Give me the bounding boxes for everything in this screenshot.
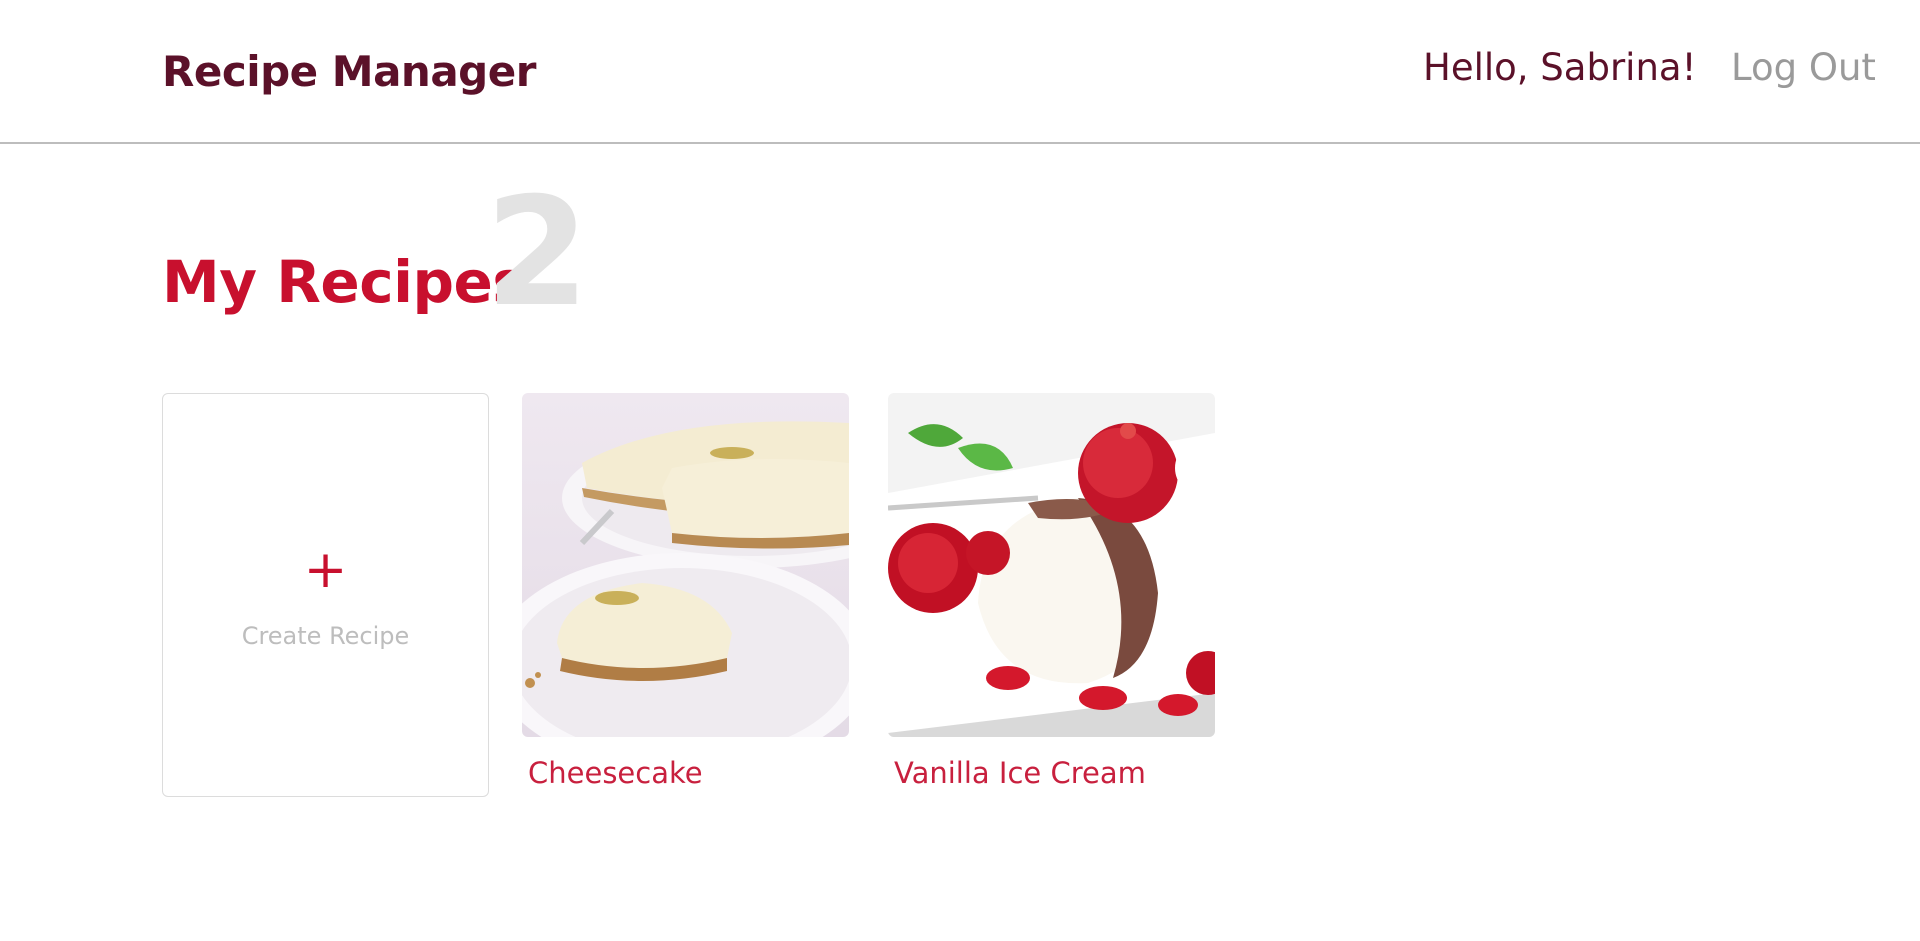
recipe-count: 2 — [485, 166, 590, 340]
create-recipe-card[interactable]: + Create Recipe — [162, 393, 489, 797]
top-header: Recipe Manager Hello, Sabrina! Log Out — [0, 0, 1920, 144]
recipe-card-vanilla-ice-cream[interactable]: Vanilla Ice Cream — [888, 393, 1215, 797]
page-title: My Recipes — [162, 248, 527, 316]
app-title[interactable]: Recipe Manager — [162, 47, 536, 96]
create-recipe-label: Create Recipe — [241, 622, 410, 650]
recipe-card-cheesecake[interactable]: Cheesecake — [522, 393, 849, 797]
logout-link[interactable]: Log Out — [1731, 46, 1876, 89]
recipe-title[interactable]: Cheesecake — [528, 756, 703, 790]
vanilla-ice-cream-photo — [888, 393, 1215, 737]
plus-icon: + — [303, 540, 348, 600]
user-greeting: Hello, Sabrina! — [1423, 46, 1697, 89]
cheesecake-photo — [522, 393, 849, 737]
recipe-title[interactable]: Vanilla Ice Cream — [894, 756, 1146, 790]
